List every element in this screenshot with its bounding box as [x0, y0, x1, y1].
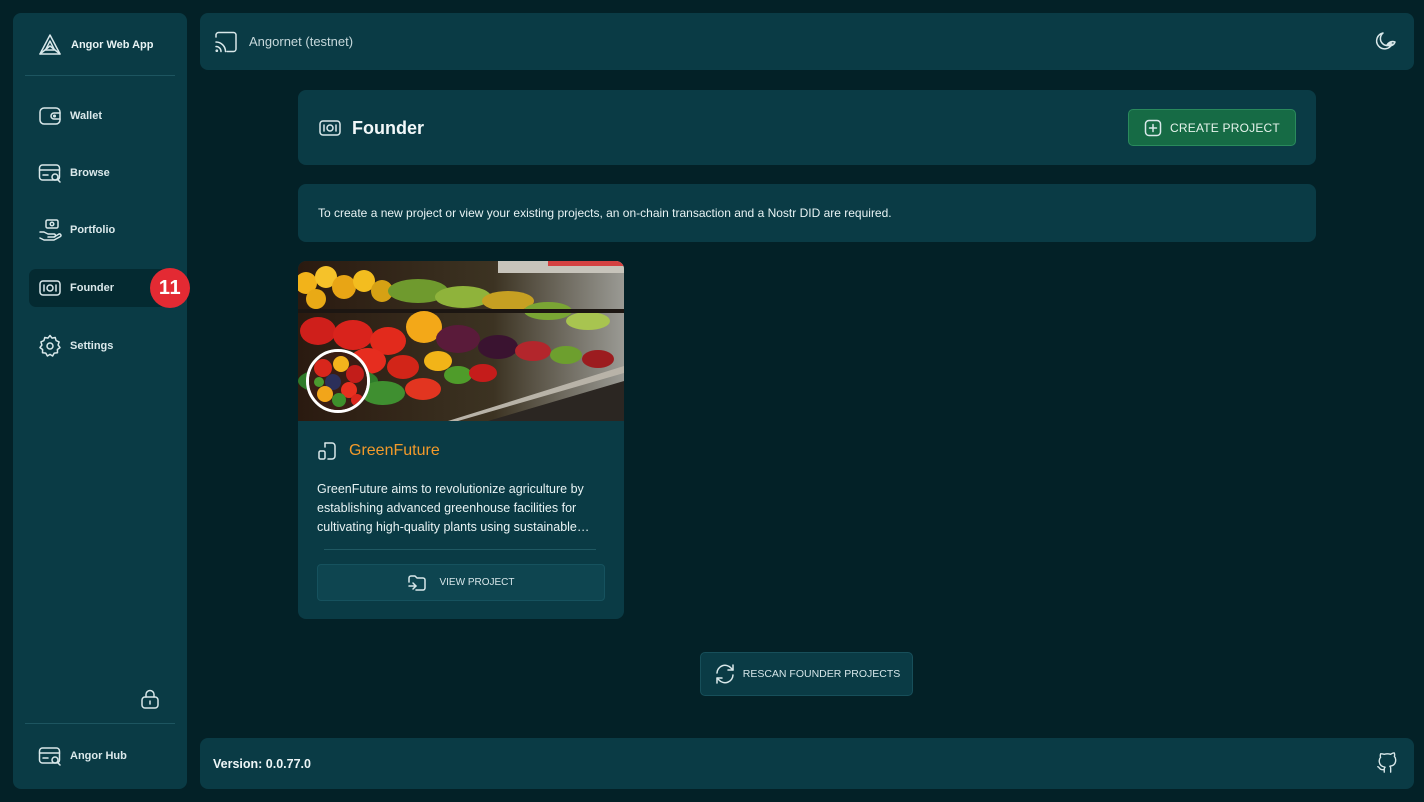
project-avatar	[306, 349, 370, 413]
project-description: GreenFuture aims to revolutionize agricu…	[317, 482, 584, 534]
plus-square-icon	[1144, 119, 1162, 137]
founder-icon	[38, 276, 62, 300]
page-title: Founder	[318, 116, 424, 140]
hub-icon	[38, 744, 62, 768]
sidebar-item-wallet[interactable]: Wallet	[29, 97, 175, 135]
sidebar-divider	[25, 723, 175, 724]
lock-icon[interactable]	[139, 688, 161, 710]
page-title-text: Founder	[352, 117, 424, 138]
cast-icon	[213, 29, 239, 55]
angor-logo-icon	[37, 32, 63, 58]
sidebar-item-label: Angor Hub	[70, 750, 127, 762]
view-project-label: VIEW PROJECT	[439, 577, 515, 588]
sidebar-divider	[25, 75, 175, 76]
sidebar-item-settings[interactable]: Settings	[29, 327, 175, 365]
sidebar-item-founder[interactable]: Founder 11	[29, 268, 190, 308]
sidebar-item-label: Settings	[70, 340, 114, 352]
project-card: GreenFuture GreenFuture aims to revoluti…	[298, 261, 624, 619]
sidebar-item-browse[interactable]: Browse	[29, 154, 175, 192]
sidebar-item-label: Founder	[70, 282, 114, 294]
top-bar: Angornet (testnet)	[200, 13, 1414, 70]
brand-label: Angor Web App	[71, 39, 154, 51]
footer: Version: 0.0.77.0	[200, 738, 1414, 789]
refresh-icon	[713, 662, 737, 686]
create-project-button[interactable]: CREATE PROJECT	[1128, 109, 1296, 146]
sidebar-item-label: Portfolio	[70, 224, 116, 236]
github-icon[interactable]	[1376, 752, 1398, 774]
rescan-label: RESCAN FOUNDER PROJECTS	[742, 668, 901, 680]
browse-icon	[38, 161, 62, 185]
founder-icon	[318, 116, 342, 140]
sidebar-item-angor-hub[interactable]: Angor Hub	[29, 737, 175, 775]
rescan-founder-projects-button[interactable]: RESCAN FOUNDER PROJECTS	[700, 652, 913, 696]
card-divider	[324, 549, 596, 550]
brand[interactable]: Angor Web App	[37, 31, 154, 59]
founder-header-card: Founder CREATE PROJECT	[298, 90, 1316, 165]
sidebar-item-label: Wallet	[70, 110, 102, 122]
project-name[interactable]: GreenFuture	[349, 442, 440, 460]
info-card: To create a new project or view your exi…	[298, 184, 1316, 242]
project-icon	[317, 441, 337, 461]
folder-open-icon	[407, 573, 427, 593]
sidebar-item-portfolio[interactable]: Portfolio	[29, 211, 175, 249]
portfolio-icon	[38, 218, 62, 242]
view-project-button[interactable]: VIEW PROJECT	[317, 564, 605, 601]
wallet-icon	[38, 104, 62, 128]
theme-toggle-icon[interactable]	[1372, 29, 1398, 55]
notification-badge: 11	[150, 268, 190, 308]
create-project-label: CREATE PROJECT	[1170, 120, 1280, 135]
info-text: To create a new project or view your exi…	[318, 206, 892, 220]
sidebar: Angor Web App Wallet Browse Portfolio Fo…	[13, 13, 190, 789]
project-banner-image	[298, 261, 624, 421]
gear-icon	[38, 334, 62, 358]
project-title[interactable]: GreenFuture	[317, 441, 440, 461]
version-label: Version: 0.0.77.0	[213, 756, 311, 771]
network-label: Angornet (testnet)	[249, 34, 354, 49]
sidebar-item-label: Browse	[70, 167, 110, 179]
